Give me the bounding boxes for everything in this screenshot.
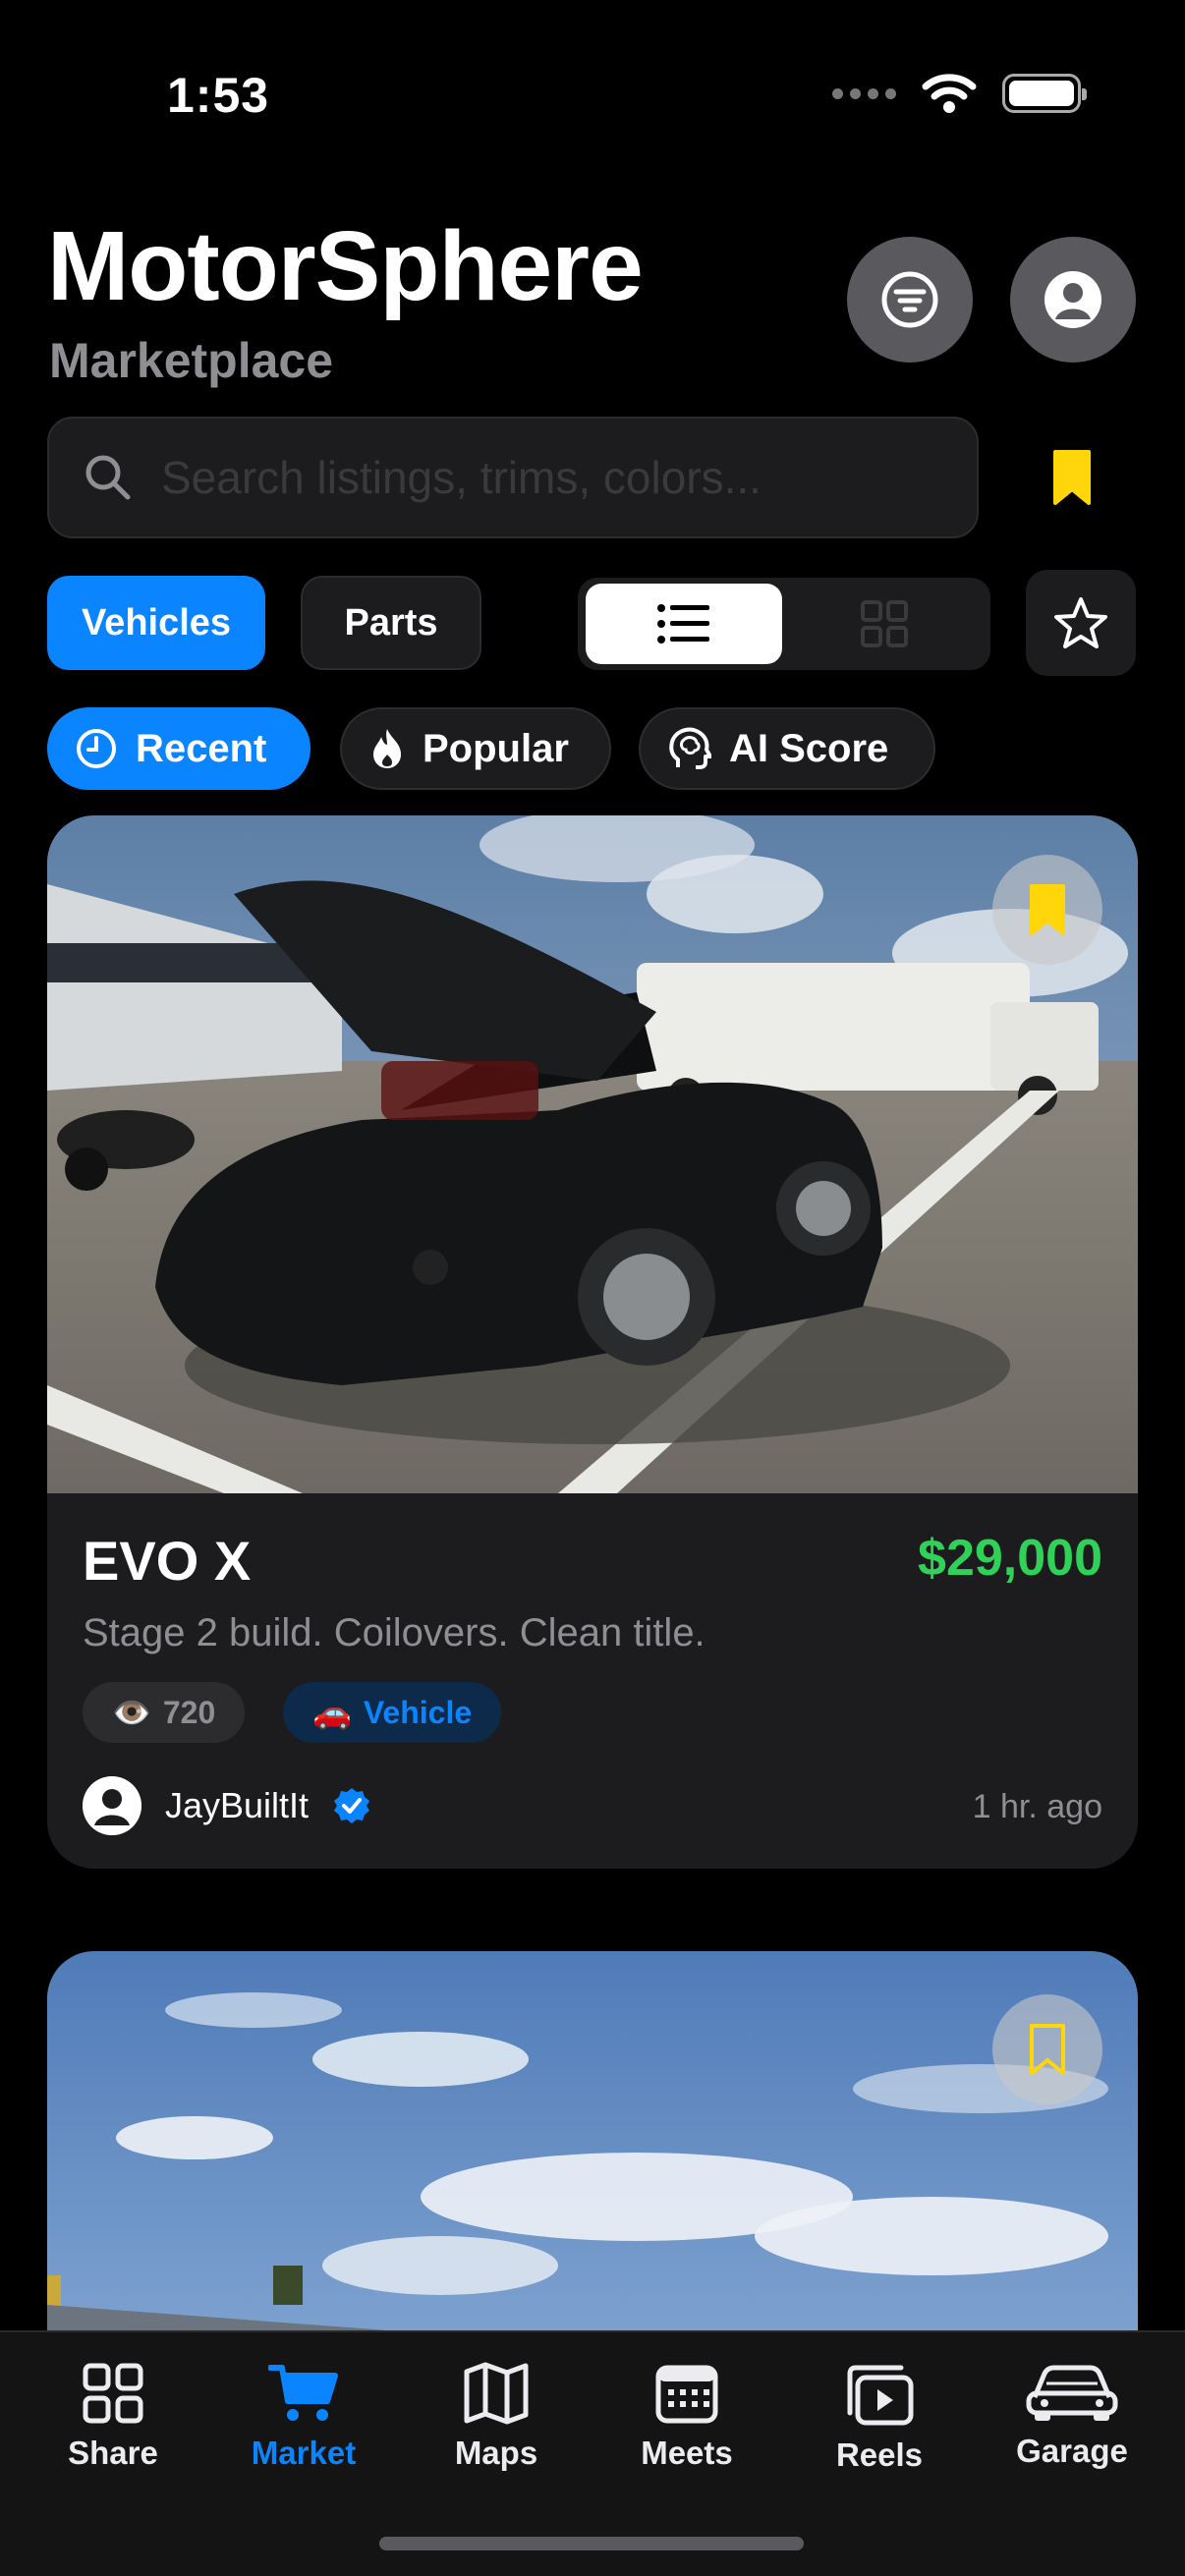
listing-time: 1 hr. ago [972,1788,1102,1825]
search-bar[interactable] [47,417,979,538]
tab-garage[interactable]: Garage [979,2362,1165,2470]
app-title: MotorSphere [47,211,644,321]
tab-share-label: Share [68,2435,158,2471]
views-badge: 👁️ 720 [83,1682,246,1743]
segment-vehicles[interactable]: Vehicles [47,576,265,670]
verified-badge-icon [334,1788,370,1823]
signal-icon [832,87,896,99]
status-icons [832,73,1087,114]
tab-share[interactable]: Share [20,2362,206,2472]
grid-icon [83,2363,143,2424]
page-subtitle: Marketplace [49,333,334,388]
profile-button[interactable] [1010,237,1136,363]
tab-market-label: Market [251,2435,357,2471]
clock-icon [77,729,116,768]
tab-meets-label: Meets [641,2435,733,2471]
listing-bookmark-button[interactable] [992,855,1102,965]
bookmark-outline-icon [1030,2024,1065,2075]
calendar-icon [655,2365,718,2424]
listing-photo [47,815,1138,1493]
grid-icon [861,600,908,647]
star-icon [1054,597,1107,648]
sort-recent-label: Recent [136,726,267,770]
avatar [83,1776,141,1835]
saved-listings-button[interactable] [1049,448,1095,512]
wifi-icon [922,74,977,113]
filter-icon [881,271,938,328]
battery-icon [1002,74,1087,113]
listing-card[interactable]: EVO X $29,000 Stage 2 build. Coilovers. … [47,815,1138,1869]
home-indicator[interactable] [379,2537,804,2550]
eye-icon: 👁️ [112,1695,151,1730]
view-mode-toggle [578,578,990,670]
segment-parts[interactable]: Parts [301,576,481,670]
person-icon [1044,271,1101,328]
search-input[interactable] [161,451,947,504]
car-icon [1026,2365,1118,2421]
map-icon [464,2362,529,2425]
views-count: 720 [162,1694,216,1730]
bookmark-icon [1053,450,1091,505]
sort-popular-label: Popular [423,726,569,770]
cart-icon [268,2365,338,2421]
category-label: Vehicle [363,1694,473,1730]
grid-view-button[interactable] [786,584,983,664]
tab-meets[interactable]: Meets [593,2362,780,2472]
tab-garage-label: Garage [1016,2433,1128,2469]
tab-maps[interactable]: Maps [403,2362,590,2472]
car-icon: 🚗 [312,1695,352,1730]
listing-bookmark-button[interactable] [992,1994,1102,2104]
list-view-button[interactable] [586,584,782,664]
listing-description: Stage 2 build. Coilovers. Clean title. [83,1611,705,1654]
bookmark-icon [1030,884,1065,935]
filter-button[interactable] [847,237,973,363]
listing-price: $29,000 [918,1530,1102,1587]
status-time: 1:53 [167,68,270,123]
list-icon [657,604,709,644]
flame-icon [373,729,401,768]
favorites-button[interactable] [1026,570,1136,676]
play-icon [847,2365,914,2426]
sort-ai-score-chip[interactable]: AI Score [639,707,935,790]
seller-info[interactable]: JayBuiltIt [83,1776,371,1835]
category-badge: 🚗 Vehicle [283,1682,502,1743]
sort-ai-label: AI Score [729,726,889,770]
tab-maps-label: Maps [454,2435,538,2471]
tab-reels[interactable]: Reels [786,2362,973,2474]
listing-title: EVO X [83,1530,252,1592]
sort-recent-chip[interactable]: Recent [47,707,310,790]
brain-head-icon [669,727,711,769]
tab-market[interactable]: Market [210,2362,397,2472]
sort-popular-chip[interactable]: Popular [340,707,611,790]
seller-name: JayBuiltIt [165,1785,310,1825]
tab-reels-label: Reels [835,2436,924,2473]
search-icon [85,455,131,500]
